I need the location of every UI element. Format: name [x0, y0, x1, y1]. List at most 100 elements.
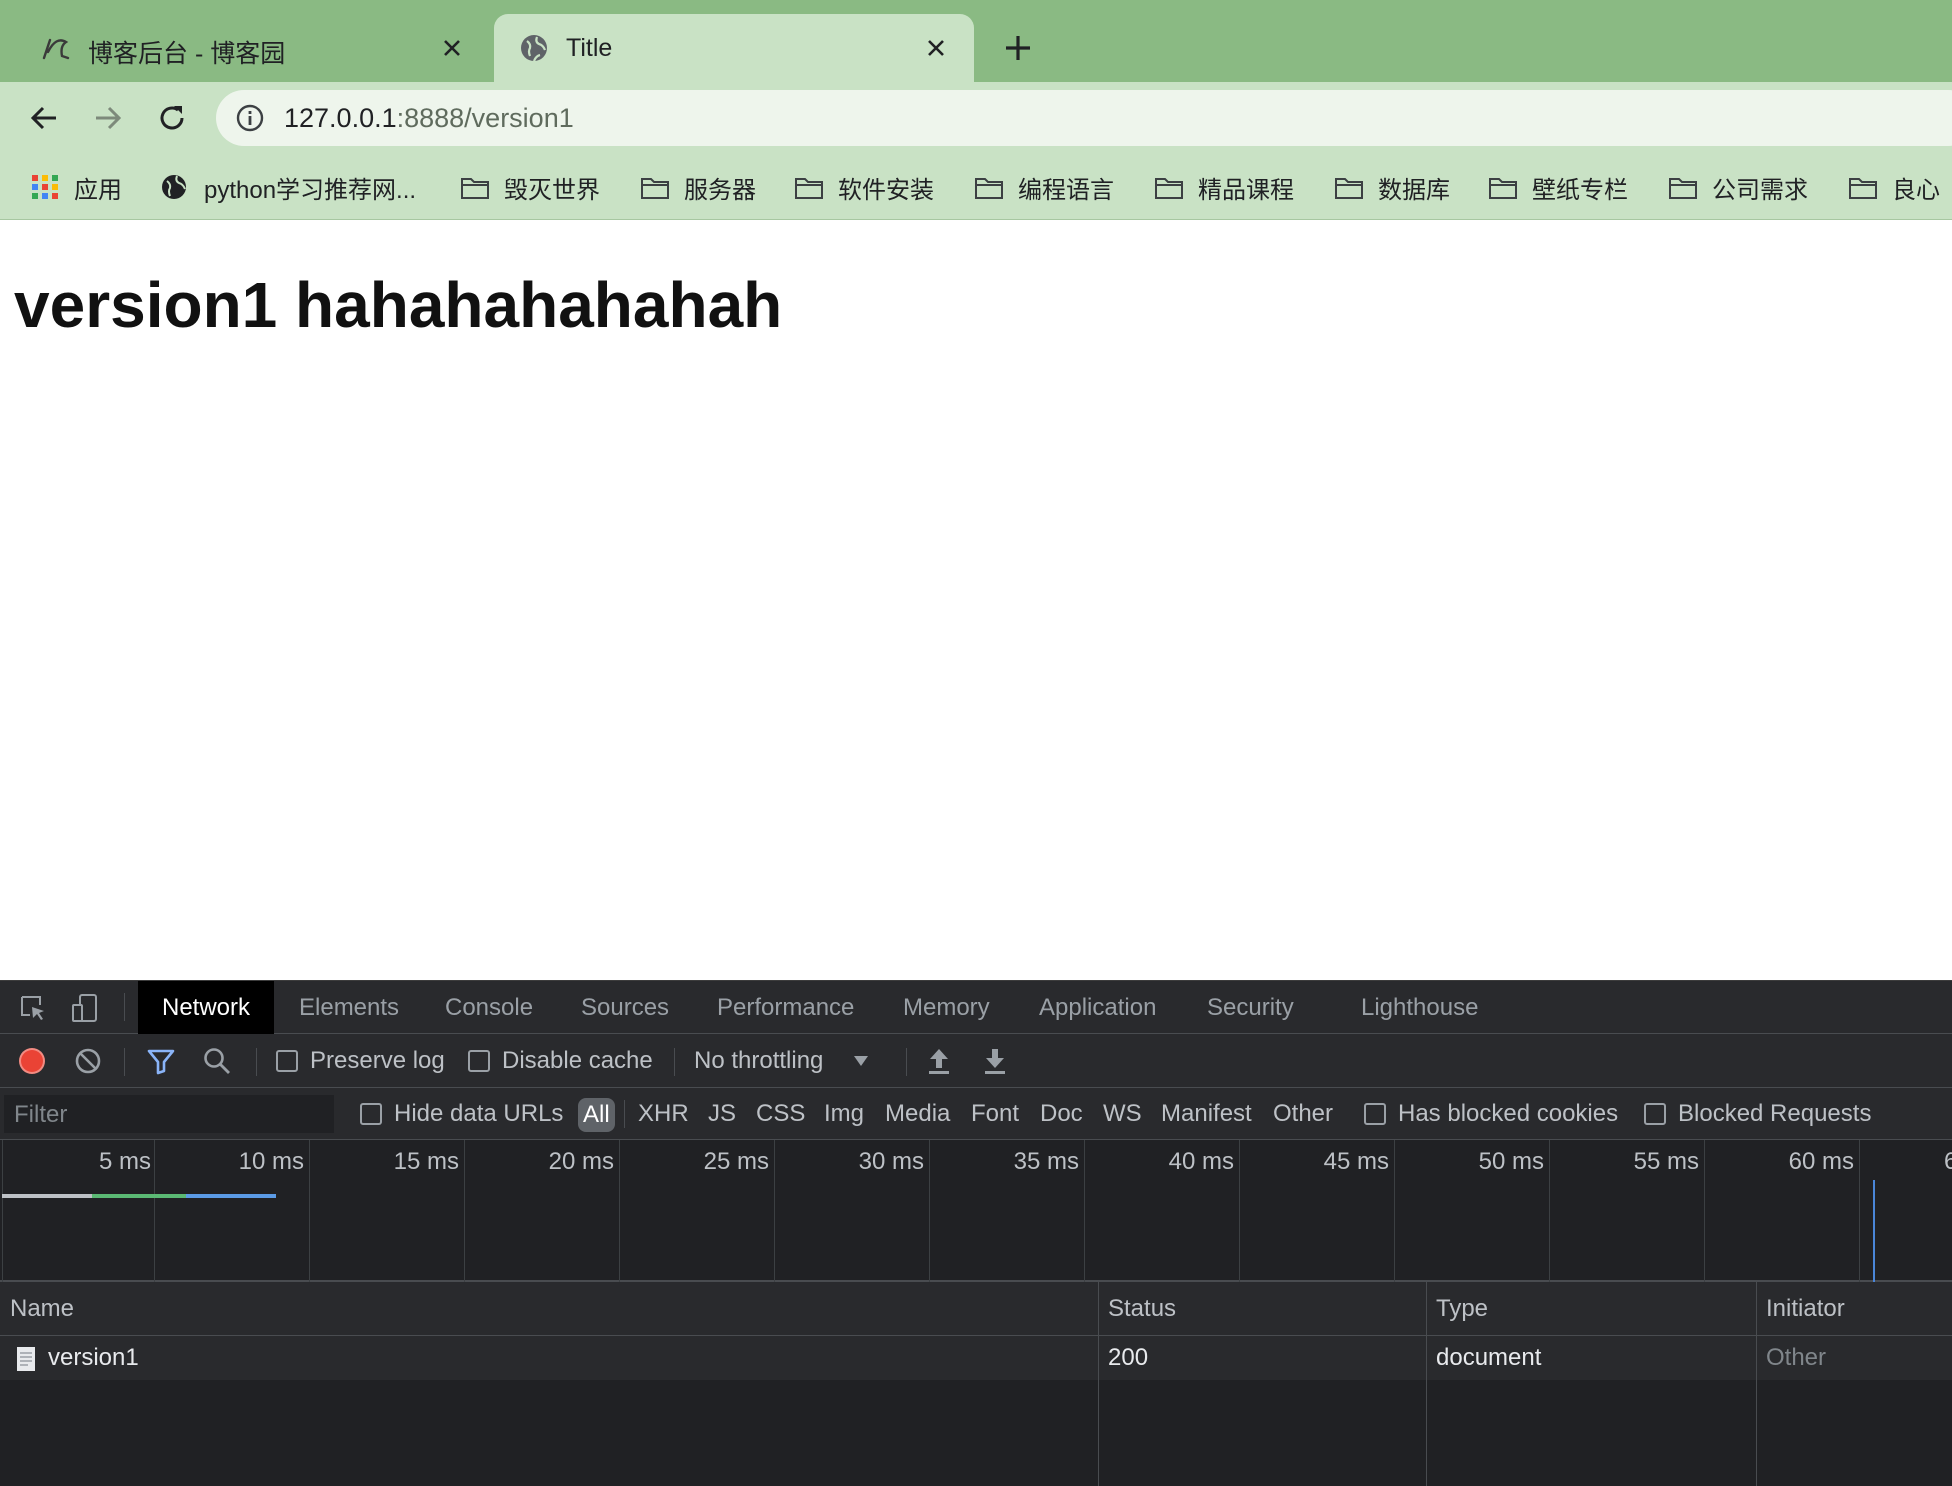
- export-har-button[interactable]: [982, 1034, 1008, 1088]
- checkbox[interactable]: [1644, 1103, 1666, 1125]
- type-filter-manifest[interactable]: Manifest: [1161, 1088, 1252, 1140]
- globe-icon: [521, 35, 547, 62]
- preserve-log-checkbox[interactable]: Preserve log: [276, 1034, 445, 1088]
- clear-button[interactable]: [74, 1034, 102, 1088]
- type-filter-doc[interactable]: Doc: [1040, 1088, 1083, 1140]
- blocked-requests-checkbox[interactable]: Blocked Requests: [1644, 1088, 1871, 1140]
- url-text: 127.0.0.1:8888/version1: [284, 103, 574, 134]
- bookmark-folder[interactable]: 精品课程: [1154, 170, 1294, 204]
- type-filter-font[interactable]: Font: [971, 1088, 1019, 1140]
- back-button[interactable]: [22, 96, 66, 140]
- timeline-tick-label: 20 ms: [548, 1148, 614, 1175]
- record-button[interactable]: [18, 1034, 46, 1088]
- search-button[interactable]: [202, 1034, 232, 1088]
- column-divider[interactable]: [1756, 1282, 1757, 1486]
- info-icon[interactable]: [236, 104, 264, 132]
- type-filter-media[interactable]: Media: [885, 1088, 950, 1140]
- clear-icon: [75, 1048, 101, 1074]
- timeline-gridline: [1704, 1140, 1705, 1282]
- column-type-header[interactable]: Type: [1436, 1282, 1488, 1336]
- bookmark-folder[interactable]: 服务器: [640, 170, 756, 204]
- inspect-element-icon[interactable]: [18, 993, 48, 1023]
- timeline-gridline: [929, 1140, 930, 1282]
- timeline-tick-label: 40 ms: [1168, 1148, 1234, 1175]
- bookmark-folder[interactable]: 毁灭世界: [460, 170, 600, 204]
- timeline-tick-label: 25 ms: [703, 1148, 769, 1175]
- filter-input[interactable]: Filter: [4, 1095, 334, 1133]
- timeline-gridline: [1394, 1140, 1395, 1282]
- bookmark-label: python学习推荐网...: [204, 176, 417, 204]
- column-name-header[interactable]: Name: [10, 1282, 74, 1336]
- column-status-header[interactable]: Status: [1108, 1282, 1176, 1336]
- type-filter-other[interactable]: Other: [1273, 1088, 1333, 1140]
- type-filter-img[interactable]: Img: [824, 1088, 864, 1140]
- tab-application[interactable]: Application: [1015, 981, 1180, 1034]
- type-filter-js[interactable]: JS: [708, 1088, 736, 1140]
- has-blocked-cookies-label: Has blocked cookies: [1398, 1100, 1619, 1127]
- close-tab-icon[interactable]: [436, 32, 468, 64]
- bookmark-label: 精品课程: [1198, 176, 1294, 204]
- blocked-requests-label: Blocked Requests: [1678, 1100, 1872, 1127]
- has-blocked-cookies-checkbox[interactable]: Has blocked cookies: [1364, 1088, 1618, 1140]
- disable-cache-checkbox[interactable]: Disable cache: [468, 1034, 653, 1088]
- bookmark-python[interactable]: python学习推荐网...: [160, 170, 416, 204]
- filter-bar: Filter Hide data URLs All XHR JS CSS Img…: [0, 1088, 1952, 1140]
- tab-sources[interactable]: Sources: [557, 981, 693, 1034]
- checkbox[interactable]: [1364, 1103, 1386, 1125]
- tab-console[interactable]: Console: [421, 981, 557, 1034]
- new-tab-button[interactable]: [998, 28, 1038, 68]
- column-divider[interactable]: [1426, 1282, 1427, 1486]
- type-filter-xhr[interactable]: XHR: [638, 1088, 689, 1140]
- timeline-gridline: [464, 1140, 465, 1282]
- hide-data-urls-label: Hide data URLs: [394, 1100, 564, 1127]
- reload-button[interactable]: [150, 96, 194, 140]
- dropdown-arrow-icon: [854, 1056, 869, 1066]
- column-initiator-header[interactable]: Initiator: [1766, 1282, 1845, 1336]
- bookmark-label: 服务器: [684, 176, 756, 204]
- tab-lighthouse[interactable]: Lighthouse: [1337, 981, 1502, 1034]
- tab-elements[interactable]: Elements: [275, 981, 423, 1034]
- divider: [124, 1048, 125, 1076]
- checkbox[interactable]: [360, 1103, 382, 1125]
- bookmark-label: 公司需求: [1712, 176, 1808, 204]
- tab-title-page[interactable]: Title: [494, 14, 974, 82]
- close-tab-icon[interactable]: [920, 32, 952, 64]
- hide-data-urls-checkbox[interactable]: Hide data URLs: [360, 1088, 563, 1140]
- filter-toggle-button[interactable]: [146, 1034, 176, 1088]
- apps-grid-icon: [32, 175, 58, 199]
- timeline-gridline: [1859, 1140, 1860, 1282]
- bookmark-apps[interactable]: 应用: [30, 170, 122, 204]
- bookmark-folder[interactable]: 软件安装: [794, 170, 934, 204]
- reload-icon: [160, 106, 184, 130]
- record-icon: [19, 1048, 45, 1074]
- bookmark-folder[interactable]: 良心: [1848, 170, 1940, 204]
- import-har-button[interactable]: [926, 1034, 952, 1088]
- column-divider[interactable]: [1098, 1282, 1099, 1486]
- tab-performance[interactable]: Performance: [693, 981, 878, 1034]
- tab-security[interactable]: Security: [1183, 981, 1318, 1034]
- timeline-tick-label: 45 ms: [1323, 1148, 1389, 1175]
- bookmark-folder[interactable]: 壁纸专栏: [1488, 170, 1628, 204]
- type-filter-all[interactable]: All: [578, 1098, 615, 1132]
- checkbox[interactable]: [468, 1050, 490, 1072]
- url-path: :8888/version1: [396, 103, 574, 133]
- table-row[interactable]: version1 200 document Other: [0, 1336, 1952, 1380]
- disable-cache-label: Disable cache: [502, 1047, 653, 1074]
- request-status: 200: [1108, 1344, 1149, 1371]
- checkbox[interactable]: [276, 1050, 298, 1072]
- tab-memory[interactable]: Memory: [879, 981, 1014, 1034]
- address-bar[interactable]: 127.0.0.1:8888/version1: [216, 90, 1952, 146]
- network-overview-timeline[interactable]: 5 ms 10 ms 15 ms 20 ms 25 ms 30 ms 35 ms…: [0, 1140, 1952, 1282]
- tab-cnblogs[interactable]: 博客后台 - 博客园: [0, 14, 490, 82]
- bookmark-folder[interactable]: 数据库: [1334, 170, 1450, 204]
- forward-button[interactable]: [86, 96, 130, 140]
- type-filter-css[interactable]: CSS: [756, 1088, 805, 1140]
- folder-icon: [1489, 178, 1517, 199]
- divider: [256, 1048, 257, 1076]
- device-toolbar-icon[interactable]: [70, 993, 100, 1023]
- bookmark-folder[interactable]: 公司需求: [1668, 170, 1808, 204]
- tab-network[interactable]: Network: [138, 981, 275, 1034]
- type-filter-ws[interactable]: WS: [1103, 1088, 1142, 1140]
- bookmark-folder[interactable]: 编程语言: [974, 170, 1114, 204]
- throttling-select[interactable]: No throttling: [694, 1034, 869, 1088]
